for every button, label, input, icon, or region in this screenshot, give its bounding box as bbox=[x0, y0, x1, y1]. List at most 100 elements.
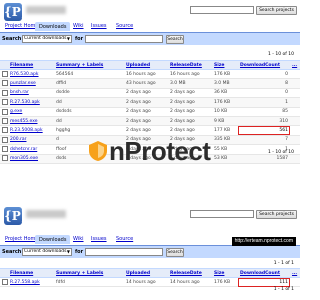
project-search-input[interactable] bbox=[190, 210, 254, 218]
column-header-size[interactable]: Size bbox=[212, 268, 238, 278]
project-title-blurred bbox=[26, 210, 66, 218]
uploaded-cell: 16 hours ago bbox=[124, 69, 168, 80]
filename-cell[interactable]: R.27.558.apk bbox=[8, 277, 54, 288]
size-cell: 176 KB bbox=[212, 277, 238, 288]
checkbox-icon[interactable] bbox=[2, 278, 8, 285]
checkbox-icon[interactable] bbox=[2, 80, 8, 87]
checkbox-icon[interactable] bbox=[2, 89, 8, 96]
filename-cell[interactable]: mon305.exe bbox=[8, 154, 54, 164]
filename-cell[interactable]: bnsh.rar bbox=[8, 88, 54, 99]
project-logo-icon[interactable]: {P} bbox=[4, 207, 28, 225]
search-button[interactable]: Search bbox=[166, 34, 184, 44]
checkbox-icon[interactable] bbox=[2, 146, 8, 153]
search-button[interactable]: Search bbox=[166, 247, 184, 257]
column-header-downloadcount[interactable]: DownloadCount bbox=[238, 268, 290, 278]
search-query-input[interactable] bbox=[85, 35, 163, 43]
table-row[interactable]: R.23.5008.apk hgghg 2 days ago 2 days ago 17… bbox=[0, 125, 300, 136]
checkbox-icon[interactable] bbox=[2, 136, 8, 143]
filename-cell[interactable]: R76.530.apk bbox=[8, 69, 54, 80]
scope-select[interactable]: Current downloads ▼ bbox=[22, 248, 72, 256]
row-checkbox[interactable] bbox=[0, 125, 8, 136]
table-row[interactable]: mes455.exe dd 2 days ago 2 days ago 9 KB 310 bbox=[0, 116, 300, 127]
checkbox-icon[interactable] bbox=[2, 99, 8, 106]
column-header-summary[interactable]: Summary + Labels bbox=[54, 60, 124, 70]
row-checkbox[interactable] bbox=[0, 116, 8, 127]
tab-downloads[interactable]: Downloads bbox=[35, 235, 71, 244]
project-search-input[interactable] bbox=[190, 6, 254, 14]
tab-source[interactable]: Source bbox=[113, 22, 136, 31]
column-header-uploaded[interactable]: Uploaded bbox=[124, 60, 168, 70]
checkbox-icon[interactable] bbox=[2, 155, 8, 162]
filename-cell[interactable]: R.23.5008.apk bbox=[8, 125, 54, 136]
filename-cell[interactable]: mes455.exe bbox=[8, 116, 54, 127]
column-header-size[interactable]: Size bbox=[212, 60, 238, 70]
chevron-down-icon: ▼ bbox=[66, 249, 70, 254]
more-cell bbox=[290, 97, 300, 108]
summary-cell[interactable]: fdfd bbox=[54, 277, 124, 288]
row-checkbox[interactable] bbox=[0, 78, 8, 89]
size-cell: 176 KB bbox=[212, 97, 238, 108]
column-header-uploaded[interactable]: Uploaded bbox=[124, 268, 168, 278]
row-checkbox[interactable] bbox=[0, 277, 8, 288]
row-checkbox[interactable] bbox=[0, 154, 8, 164]
row-checkbox[interactable] bbox=[0, 107, 8, 117]
more-cell bbox=[290, 88, 300, 99]
tab-issues[interactable]: Issues bbox=[88, 235, 110, 244]
checkbox-icon[interactable] bbox=[2, 117, 8, 124]
uploaded-cell: 43 hours ago bbox=[124, 78, 168, 89]
row-checkbox[interactable] bbox=[0, 144, 8, 155]
column-header-downloadcount[interactable]: DownloadCount bbox=[238, 60, 290, 70]
size-cell: 335 KB bbox=[212, 135, 238, 146]
column-header-releasedate[interactable]: ReleaseDate bbox=[168, 268, 212, 278]
tab-issues[interactable]: Issues bbox=[88, 22, 110, 31]
summary-cell[interactable]: dffid bbox=[54, 78, 124, 89]
summary-cell[interactable]: dd bbox=[54, 97, 124, 108]
summary-cell[interactable]: hgghg bbox=[54, 125, 124, 136]
search-projects-button[interactable]: Search projects bbox=[256, 209, 297, 219]
table-row[interactable]: punzlar.exe dffid 43 hours ago 3.0 MB 3.0 MB… bbox=[0, 78, 300, 89]
releasedate-cell: 3.0 MB bbox=[168, 78, 212, 89]
summary-cell[interactable]: dd bbox=[54, 116, 124, 127]
filename-cell[interactable]: punzlar.exe bbox=[8, 78, 54, 89]
row-checkbox[interactable] bbox=[0, 97, 8, 108]
tab-wiki[interactable]: Wiki bbox=[70, 235, 87, 244]
releasedate-cell: 14 hours ago bbox=[168, 277, 212, 288]
filename-cell[interactable]: g.exe bbox=[8, 107, 54, 117]
filename-cell[interactable]: 200.rar bbox=[8, 135, 54, 146]
size-cell: 36 KB bbox=[212, 88, 238, 99]
checkbox-icon[interactable] bbox=[2, 127, 8, 134]
table-row[interactable]: R.27.558.apk fdfd 14 hours ago 14 hours ago… bbox=[0, 277, 300, 288]
table-row[interactable]: R.27.530.apk dd 2 days ago 2 days ago 176 KB… bbox=[0, 97, 300, 108]
uploaded-cell: 14 hours ago bbox=[124, 277, 168, 288]
summary-cell[interactable]: dsdde bbox=[54, 88, 124, 99]
tab-downloads[interactable]: Downloads bbox=[35, 22, 71, 31]
column-header-more[interactable]: ... bbox=[290, 268, 300, 278]
column-header-summary[interactable]: Summary + Labels bbox=[54, 268, 124, 278]
nprotect-shield-icon bbox=[89, 141, 107, 161]
filename-cell[interactable]: R.27.530.apk bbox=[8, 97, 54, 108]
table-row[interactable]: g.exe dsdsds 2 days ago 2 days ago 10 KB 85 bbox=[0, 107, 300, 117]
summary-cell[interactable]: dsdsds bbox=[54, 107, 124, 117]
row-checkbox[interactable] bbox=[0, 135, 8, 146]
table-row[interactable]: bnsh.rar dsdde 2 days ago 2 days ago 36 KB 0 bbox=[0, 88, 300, 99]
table-row[interactable]: R76.530.apk 564564 16 hours ago 16 hours ag… bbox=[0, 69, 300, 80]
row-checkbox[interactable] bbox=[0, 88, 8, 99]
releasedate-cell: 2 days ago bbox=[168, 88, 212, 99]
scope-select[interactable]: Current downloads ▼ bbox=[22, 35, 72, 43]
tab-source[interactable]: Source bbox=[113, 235, 136, 244]
tab-wiki[interactable]: Wiki bbox=[70, 22, 87, 31]
search-query-input[interactable] bbox=[85, 248, 163, 256]
row-checkbox[interactable] bbox=[0, 69, 8, 80]
more-cell bbox=[290, 154, 300, 164]
checkbox-icon[interactable] bbox=[2, 108, 8, 115]
summary-cell[interactable]: 564564 bbox=[54, 69, 124, 80]
search-projects-button[interactable]: Search projects bbox=[256, 5, 297, 15]
checkbox-icon[interactable] bbox=[2, 70, 8, 77]
size-cell: 53 KB bbox=[212, 154, 238, 164]
project-logo-icon[interactable]: {P} bbox=[4, 3, 28, 21]
column-header-filename[interactable]: Filename bbox=[8, 268, 54, 278]
filename-cell[interactable]: dshetcnr.rar bbox=[8, 144, 54, 155]
column-header-more[interactable]: ... bbox=[290, 60, 300, 70]
column-header-releasedate[interactable]: ReleaseDate bbox=[168, 60, 212, 70]
column-header-filename[interactable]: Filename bbox=[8, 60, 54, 70]
